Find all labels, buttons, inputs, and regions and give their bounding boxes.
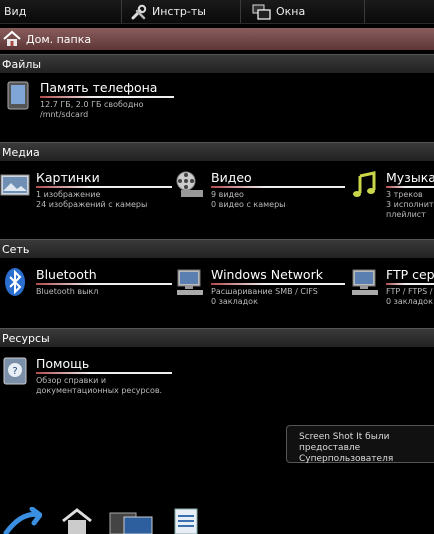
tile-underline <box>36 372 172 374</box>
tile-underline <box>36 186 172 188</box>
section-header-resources: Ресурсы <box>0 328 434 347</box>
tile-subtitle: 3 треков <box>386 190 423 199</box>
tile-subtitle: FTP / FTPS / F <box>386 287 434 296</box>
tools-menu-label: Инстр-ты <box>152 5 206 18</box>
tile-title: Видео <box>211 170 252 185</box>
tile-subtitle: 12.7 ГБ, 2.0 ГБ свободно <box>40 100 144 109</box>
tile-title: Память телефона <box>40 80 158 95</box>
tile-subtitle: плейлист <box>386 210 426 219</box>
tools-menu-button[interactable]: Инстр-ты <box>130 0 240 23</box>
tile-subtitle: 0 видео с камеры <box>211 200 286 209</box>
tile-underline <box>211 283 345 285</box>
breadcrumb[interactable]: Дом. папка <box>0 28 434 50</box>
toolbar-divider <box>121 0 122 23</box>
bluetooth-icon <box>5 268 25 296</box>
tile-subtitle: 0 закладок <box>211 297 258 306</box>
windows-menu-button[interactable]: Окна <box>252 0 362 23</box>
tile-subtitle: 1 изображение <box>36 190 101 199</box>
tile-pictures[interactable]: Картинки 1 изображение 24 изображений с … <box>0 170 172 216</box>
tile-title: Картинки <box>36 170 100 185</box>
tile-help[interactable]: ? Помощь Обзор справки и документационны… <box>0 356 172 402</box>
section-header-network: Сеть <box>0 239 434 258</box>
tile-title: FTP серв <box>386 267 434 282</box>
tile-video[interactable]: Видео 9 видео 0 видео с камеры <box>175 170 345 216</box>
tile-underline <box>36 283 172 285</box>
tile-underline <box>211 186 345 188</box>
tile-underline <box>386 283 434 285</box>
tile-underline <box>40 96 174 98</box>
tools-icon <box>131 4 147 19</box>
tile-title: Музыка <box>386 170 434 185</box>
tile-subtitle: 3 исполните <box>386 200 434 209</box>
picture-icon <box>0 174 30 196</box>
view-menu-label: Вид <box>4 5 27 18</box>
tile-subtitle: 0 закладок <box>386 297 433 306</box>
tooltip: Screen Shot It были предоставле Суперпол… <box>286 425 434 464</box>
bottom-dock <box>0 505 434 534</box>
tile-subtitle: Bluetooth выкл <box>36 287 99 296</box>
help-book-icon: ? <box>3 357 27 385</box>
view-menu-button[interactable]: Вид <box>0 0 120 23</box>
tile-subtitle: 9 видео <box>211 190 244 199</box>
phone-icon <box>7 81 29 110</box>
tooltip-line: Суперпользователя <box>299 454 394 464</box>
devices-dock-icon[interactable] <box>108 507 156 534</box>
breadcrumb-label: Дом. папка <box>26 32 92 46</box>
tile-subtitle: 24 изображений с камеры <box>36 200 148 209</box>
svg-text:?: ? <box>12 366 17 377</box>
server-computer-icon <box>352 269 378 295</box>
tile-windows-network[interactable]: Windows Network Расшаривание SMB / CIFS … <box>175 267 345 313</box>
network-computer-icon <box>177 269 203 295</box>
film-reel-icon <box>176 171 203 197</box>
top-toolbar: Вид Инстр-ты Окна <box>0 0 434 24</box>
windows-icon <box>252 4 271 20</box>
tooltip-line: Screen Shot It были предоставле <box>299 432 390 453</box>
section-header-files: Файлы <box>0 54 434 73</box>
section-header-media: Медиа <box>0 142 434 161</box>
tile-title: Bluetooth <box>36 267 97 282</box>
tile-title: Windows Network <box>211 267 323 282</box>
music-note-icon <box>353 171 376 197</box>
tile-subtitle: Расшаривание SMB / CIFS <box>211 287 318 296</box>
tile-title: Помощь <box>36 356 90 371</box>
tile-ftp[interactable]: FTP серв FTP / FTPS / F 0 закладок <box>350 267 434 313</box>
document-dock-icon[interactable] <box>172 507 200 534</box>
tile-subtitle: Обзор справки и <box>36 376 107 385</box>
tile-subtitle: /mnt/sdcard <box>40 110 89 119</box>
toolbar-divider <box>364 0 365 23</box>
tile-music[interactable]: Музыка 3 треков 3 исполните плейлист <box>350 170 434 219</box>
home-icon <box>3 30 21 46</box>
tile-subtitle: документационных ресурсов. <box>36 386 163 395</box>
tile-bluetooth[interactable]: Bluetooth Bluetooth выкл <box>0 267 172 313</box>
windows-menu-label: Окна <box>276 5 306 18</box>
tile-phone-memory[interactable]: Память телефона 12.7 ГБ, 2.0 ГБ свободно… <box>4 80 174 126</box>
home-dock-icon[interactable] <box>60 507 94 534</box>
toolbar-divider <box>240 0 241 23</box>
back-arrow-icon[interactable] <box>2 507 42 534</box>
tile-underline <box>386 186 434 188</box>
